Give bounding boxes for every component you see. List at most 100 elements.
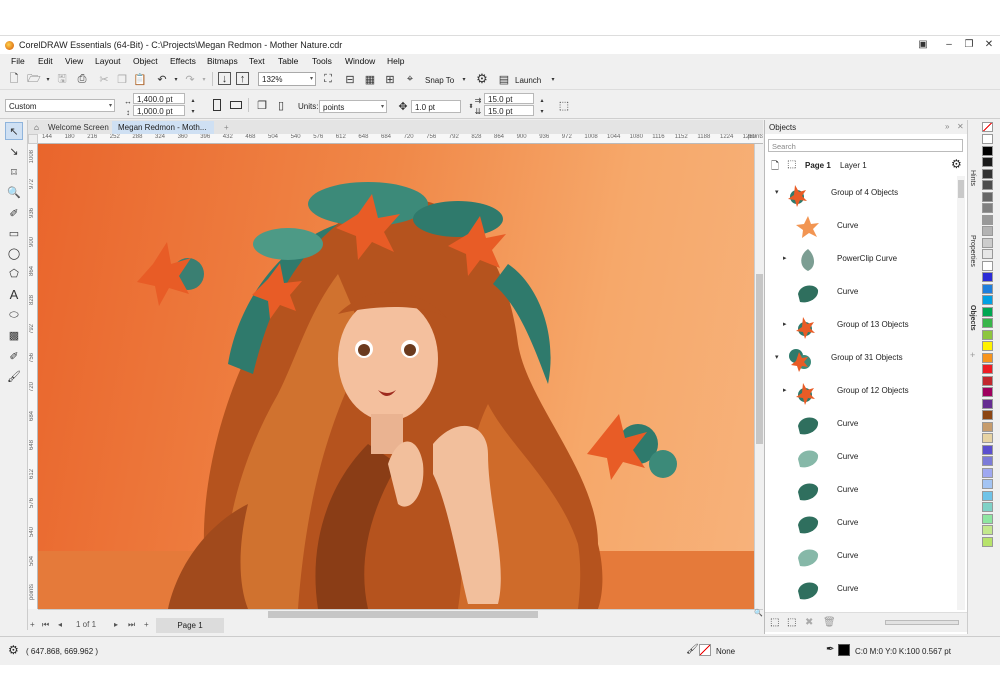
dup-y-spin-icon[interactable]: ▾ [534,103,550,119]
duplicate-distance-x-field[interactable]: 15.0 pt [484,93,534,104]
palette-swatch[interactable] [982,513,993,524]
zoom-tool-icon[interactable]: 🔍 [5,183,23,201]
freehand-tool-icon[interactable]: ✐ [5,204,23,222]
redo-dropdown-chevron-icon[interactable]: ▾ [196,71,212,87]
palette-swatch[interactable] [982,387,993,397]
all-pages-icon[interactable]: ❐ [254,97,270,113]
palette-swatch[interactable] [982,168,993,179]
object-tree-row[interactable]: ▸ PowerClip Curve [765,243,955,276]
no-color-swatch[interactable] [982,122,993,132]
move-layer-icon[interactable]: ✖ [805,617,813,628]
palette-swatch[interactable] [982,283,993,294]
palette-swatch[interactable] [982,214,993,225]
portrait-icon[interactable] [209,97,225,113]
palette-swatch[interactable] [982,421,993,432]
docker-settings-gear-icon[interactable]: ⚙ [951,157,962,171]
palette-swatch[interactable] [982,525,993,535]
object-tree-row[interactable]: Curve [765,441,955,474]
palette-swatch[interactable] [982,191,993,202]
fill-bucket-tool-icon[interactable]: 🖌 [5,367,23,385]
palette-swatch[interactable] [982,398,993,409]
palette-swatch[interactable] [982,467,993,478]
tab-document[interactable]: Megan Redmon - Moth... [112,121,214,134]
tab-hints[interactable]: Hints [969,170,976,186]
snap-to-icon[interactable]: ⌖ [402,71,418,87]
landscape-icon[interactable] [228,97,244,113]
palette-swatch[interactable] [982,157,993,167]
add-page-after-icon[interactable]: + [144,620,149,629]
launch-dropdown-chevron-icon[interactable]: ▾ [545,71,561,87]
page-label[interactable]: Page 1 [805,161,831,170]
palette-swatch[interactable] [982,295,993,305]
object-tree-row[interactable]: ▸ Group of 12 Objects [765,375,955,408]
ellipse-tool-icon[interactable]: ◯ [5,244,23,262]
object-tree-row[interactable]: ▾ Group of 4 Objects [765,177,955,210]
shape-tool-icon[interactable]: ↘ [5,142,23,160]
palette-swatch[interactable] [982,490,993,501]
vertical-scroll-thumb[interactable] [756,274,763,444]
palette-swatch[interactable] [982,352,993,363]
palette-swatch[interactable] [982,318,993,328]
eyedropper-tool-icon[interactable]: ✐ [5,347,23,365]
next-page-icon[interactable]: ▸ [114,620,118,629]
palette-swatch[interactable] [982,260,993,271]
last-page-icon[interactable]: ⏭ [128,620,135,630]
menu-object[interactable]: Object [133,56,158,66]
text-tool-icon[interactable]: A [5,285,23,303]
pick-tool-icon[interactable]: ↖ [5,122,23,140]
tab-objects[interactable]: Objects [969,305,976,331]
menu-view[interactable]: View [65,56,83,66]
palette-swatch[interactable] [982,180,993,190]
page-preset-select[interactable]: Custom ▾ [5,99,115,112]
snap-to-dropdown-chevron-icon[interactable]: ▾ [456,71,472,87]
add-docker-plus-icon[interactable]: + [970,350,975,360]
duplicate-distance-y-field[interactable]: 15.0 pt [484,105,534,116]
palette-swatch[interactable] [982,341,993,351]
palette-swatch[interactable] [982,536,993,547]
page-height-field[interactable]: 1,000.0 pt [133,105,185,116]
drawing-canvas[interactable] [38,144,754,609]
object-tree-row[interactable]: Curve [765,276,955,309]
expand-chevron-icon[interactable]: ▾ [775,188,779,196]
show-guidelines-icon[interactable]: ⊞ [382,71,398,87]
user-icon[interactable]: ▣ [914,38,932,52]
no-fill-swatch[interactable] [699,644,711,656]
palette-swatch[interactable] [982,375,993,386]
canvas-vertical-scrollbar[interactable] [754,144,763,609]
palette-swatch[interactable] [982,145,993,156]
palette-swatch[interactable] [982,364,993,374]
palette-swatch[interactable] [982,410,993,420]
horizontal-ruler[interactable]: 144 180 216 252 288 324 360 396 432 468 504 540 576 6… [28,134,763,144]
docker-close-icon[interactable]: ✕ [957,122,964,131]
snap-to-label[interactable]: Snap To [425,76,454,85]
palette-swatch[interactable] [982,479,993,489]
objects-scroll-thumb[interactable] [958,180,964,198]
vertical-ruler[interactable]: 1008 972 936 900 864 828 792 756 720 684 648 612 576… [28,144,38,609]
zoom-navigator-icon[interactable]: 🔍 [754,609,763,618]
canvas-horizontal-scrollbar[interactable] [38,609,763,618]
minimize-icon[interactable]: ‒ [940,38,958,52]
expand-chevron-icon[interactable]: ▸ [783,386,787,394]
options-gear-icon[interactable]: ⚙ [474,71,490,87]
paste-icon[interactable]: 📋 [132,71,148,87]
layer-label[interactable]: Layer 1 [840,161,867,170]
menu-edit[interactable]: Edit [38,56,53,66]
palette-swatch[interactable] [982,134,993,144]
outline-color-swatch[interactable] [838,644,850,656]
new-master-layer-icon[interactable]: ⬚ [787,617,796,628]
palette-swatch[interactable] [982,433,993,443]
palette-swatch[interactable] [982,226,993,236]
expand-chevron-icon[interactable]: ▸ [783,320,787,328]
menu-window[interactable]: Window [345,56,375,66]
show-rulers-icon[interactable]: ⊟ [342,71,358,87]
menu-tools[interactable]: Tools [312,56,332,66]
print-icon[interactable]: ⎙ [74,71,90,87]
status-settings-gear-icon[interactable]: ⚙ [8,643,19,657]
current-page-icon[interactable]: ▯ [273,97,289,113]
object-tree-row[interactable]: Curve [765,507,955,540]
units-select[interactable]: points ▾ [319,100,387,113]
launch-icon[interactable]: ▤ [496,71,512,87]
menu-layout[interactable]: Layout [95,56,121,66]
thumbnail-size-slider[interactable] [885,620,959,625]
nudge-distance-field[interactable]: 1.0 pt [411,100,461,113]
